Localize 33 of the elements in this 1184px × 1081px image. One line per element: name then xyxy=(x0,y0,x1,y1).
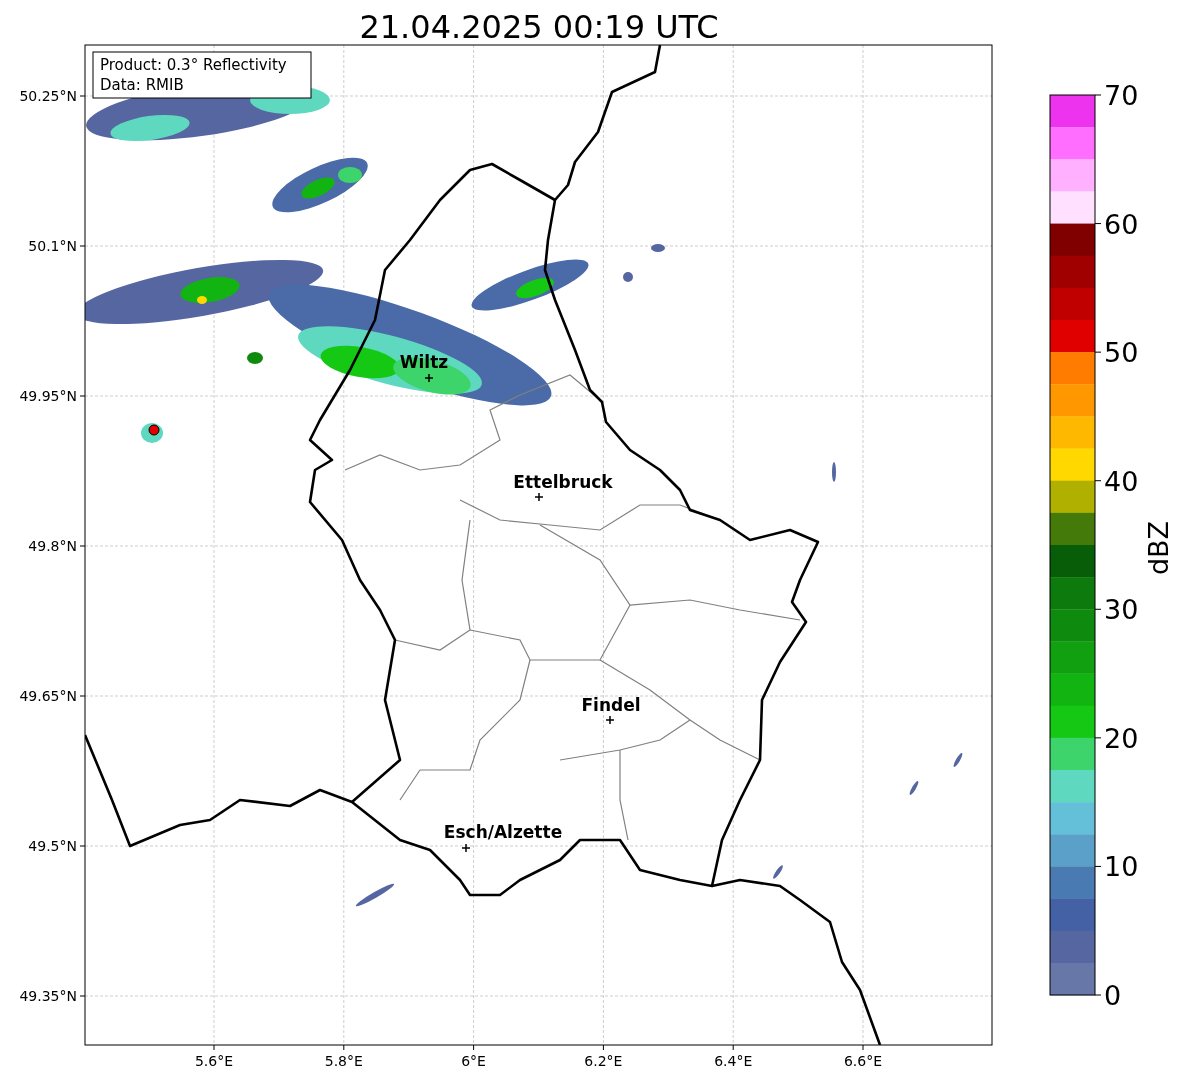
longitude-label: 5.6°E xyxy=(194,1053,234,1069)
info-text: Data: RMIB xyxy=(100,76,184,94)
city-label: Esch/Alzette xyxy=(443,822,563,842)
colorbar-tick-label: 40 xyxy=(1104,465,1139,497)
latitude-label: 49.95°N xyxy=(19,388,77,404)
city-marker-icon xyxy=(424,373,434,383)
latitude-label: 50.1°N xyxy=(28,238,77,254)
longitude-label: 5.8°E xyxy=(324,1053,363,1069)
city-label: Findel xyxy=(581,695,641,715)
latitude-label: 49.65°N xyxy=(19,688,77,704)
latitude-label: 50.25°N xyxy=(19,88,77,104)
colorbar-tick-label: 0 xyxy=(1104,980,1122,1011)
colorbar-tick-label: 70 xyxy=(1104,80,1139,111)
latitude-label: 49.8°N xyxy=(28,538,77,554)
colorbar-tick-label: 20 xyxy=(1104,722,1139,754)
longitude-label: 6°E xyxy=(461,1053,486,1069)
city-marker-icon xyxy=(461,843,471,853)
city-marker-icon xyxy=(605,715,615,725)
city-marker-icon xyxy=(534,492,544,502)
city-label: Ettelbruck xyxy=(513,472,613,492)
city-label: Wiltz xyxy=(399,352,449,372)
colorbar-label: dBZ xyxy=(1143,520,1174,576)
info-text: Product: 0.3° Reflectivity xyxy=(100,56,287,74)
longitude-label: 6.2°E xyxy=(584,1053,623,1069)
longitude-label: 6.6°E xyxy=(843,1053,883,1069)
chart-title: 21.04.2025 00:19 UTC xyxy=(359,8,719,46)
latitude-label: 49.5°N xyxy=(28,838,77,854)
colorbar-tick-label: 60 xyxy=(1104,208,1139,240)
colorbar-tick-label: 50 xyxy=(1104,337,1139,369)
latitude-label: 49.35°N xyxy=(19,988,77,1004)
colorbar-tick-label: 30 xyxy=(1104,594,1139,626)
colorbar-tick-label: 10 xyxy=(1104,851,1139,883)
longitude-label: 6.4°E xyxy=(714,1053,753,1069)
